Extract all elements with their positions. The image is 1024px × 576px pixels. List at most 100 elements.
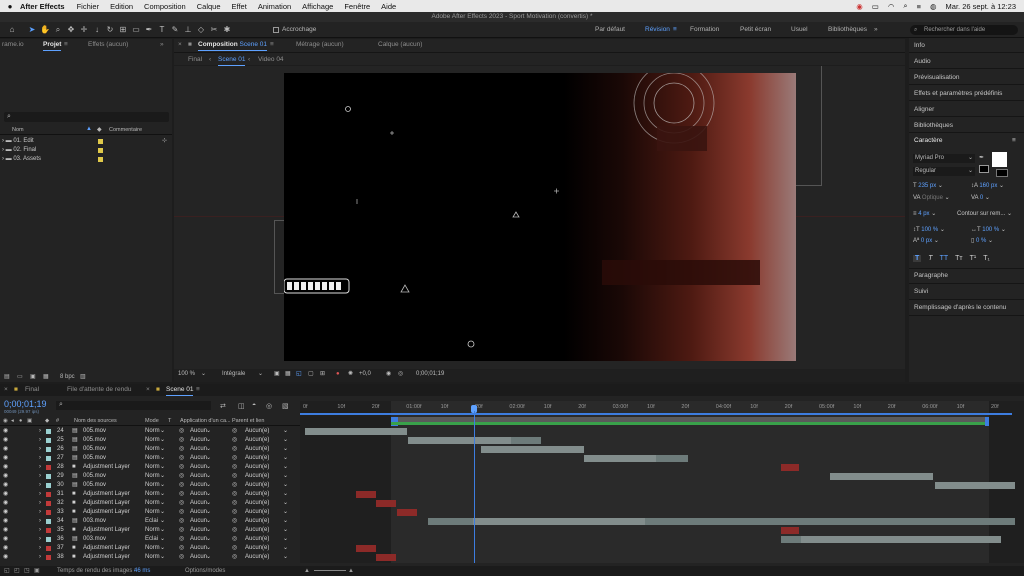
- zoom-navigator[interactable]: [300, 413, 1012, 415]
- chevron-down-icon[interactable]: ⌄: [201, 369, 206, 379]
- chevron-right-icon[interactable]: ›: [2, 156, 4, 162]
- chevron-down-icon[interactable]: ⌄: [206, 544, 211, 553]
- snapping-toggle[interactable]: Accrochage: [273, 26, 316, 33]
- track-matte-dropdown[interactable]: Aucun: [190, 535, 207, 544]
- layer-label-swatch[interactable]: [46, 555, 51, 560]
- parent-dropdown[interactable]: Aucun(e): [245, 499, 269, 508]
- eyedropper-icon[interactable]: ✒: [979, 154, 984, 161]
- tab-menu-icon[interactable]: ≡: [196, 384, 200, 396]
- exposure-value[interactable]: +0,0: [359, 369, 371, 379]
- chevron-down-icon[interactable]: ⌄: [283, 490, 288, 499]
- faux-italic-button[interactable]: T: [928, 255, 932, 262]
- track-matte-icon[interactable]: ◎: [179, 544, 184, 553]
- panel-previsualisation[interactable]: Prévisualisation: [914, 74, 960, 81]
- track-matte-icon[interactable]: ◎: [179, 553, 184, 562]
- chevron-down-icon[interactable]: ⌄: [283, 508, 288, 517]
- chevron-down-icon[interactable]: ⌄: [283, 535, 288, 544]
- layer-duration-bar[interactable]: [584, 455, 656, 462]
- pickwhip-icon[interactable]: ◎: [232, 544, 237, 553]
- chevron-down-icon[interactable]: ⌄: [160, 436, 165, 445]
- parent-dropdown[interactable]: Aucun(e): [245, 445, 269, 454]
- chevron-down-icon[interactable]: ⌄: [206, 490, 211, 499]
- pickwhip-icon[interactable]: ◎: [232, 526, 237, 535]
- chevron-down-icon[interactable]: ⌄: [283, 481, 288, 490]
- kerning-field[interactable]: VA Optique ⌄: [913, 194, 950, 201]
- chevron-down-icon[interactable]: ⌄: [206, 427, 211, 436]
- eye-icon[interactable]: ◉: [3, 517, 8, 526]
- track-matte-dropdown[interactable]: Aucun: [190, 481, 207, 490]
- chevron-down-icon[interactable]: ⌄: [160, 463, 165, 472]
- label-color-swatch[interactable]: [98, 157, 103, 162]
- timeline-search-input[interactable]: ⌕: [56, 401, 211, 410]
- small-caps-button[interactable]: Tт: [955, 255, 962, 262]
- parent-dropdown[interactable]: Aucun(e): [245, 481, 269, 490]
- chevron-down-icon[interactable]: ⌄: [283, 553, 288, 562]
- lock-icon[interactable]: ■: [188, 39, 192, 51]
- fill-color-swatch[interactable]: [992, 152, 1007, 167]
- time-graph[interactable]: 0f 10f 20f 01:00f 10f 20f 02:00f 10f 20f 03:00f 10…: [300, 401, 1024, 563]
- layer-row[interactable]: ◉ › 33 ■ Adjustment Layer Norm ⌄ ◎ Aucun ⌄ ◎ Aucun(…: [0, 508, 300, 517]
- layer-duration-bar[interactable]: [781, 527, 799, 534]
- layer-duration-bar[interactable]: [656, 455, 688, 462]
- layer-row[interactable]: ◉ › 30 ▤ 005.mov Norm ⌄ ◎ Aucun ⌄ ◎ Aucun(e) ⌄: [0, 481, 300, 490]
- workspace-menu-icon[interactable]: ≡: [673, 22, 677, 38]
- panel-bibliotheques[interactable]: Bibliothèques: [914, 122, 953, 129]
- layer-row[interactable]: ◉ › 26 ▤ 005.mov Norm ⌄ ◎ Aucun ⌄ ◎ Aucun(e) ⌄: [0, 445, 300, 454]
- layer-label-swatch[interactable]: [46, 456, 51, 461]
- eye-icon[interactable]: ◉: [3, 544, 8, 553]
- layer-row[interactable]: ◉ › 29 ▤ 005.mov Norm ⌄ ◎ Aucun ⌄ ◎ Aucun(e) ⌄: [0, 472, 300, 481]
- track-matte-icon[interactable]: ◎: [179, 436, 184, 445]
- menu-fenetre[interactable]: Fenêtre: [344, 2, 370, 11]
- col-name-label[interactable]: Nom: [12, 127, 24, 133]
- parent-dropdown[interactable]: Aucun(e): [245, 517, 269, 526]
- apple-menu-icon[interactable]: ●: [0, 2, 20, 11]
- layer-mode-dropdown[interactable]: Norm: [145, 463, 160, 472]
- workspace-formation[interactable]: Formation: [690, 22, 719, 38]
- chevron-down-icon[interactable]: ⌄: [160, 535, 165, 544]
- chevron-down-icon[interactable]: ⌄: [160, 472, 165, 481]
- stroke-mode-dropdown[interactable]: Contour sur rem... ⌄: [957, 210, 1012, 217]
- parent-dropdown[interactable]: Aucun(e): [245, 454, 269, 463]
- tab-calque[interactable]: Calque (aucun): [378, 39, 422, 51]
- tab-comp-menu-icon[interactable]: ≡: [270, 39, 274, 51]
- track-matte-icon[interactable]: ◎: [179, 517, 184, 526]
- layer-duration-bar[interactable]: [935, 482, 1015, 489]
- chevron-down-icon[interactable]: ⌄: [206, 508, 211, 517]
- layer-row[interactable]: ◉ › 38 ■ Adjustment Layer Norm ⌄ ◎ Aucun ⌄ ◎ Aucun(…: [0, 553, 300, 562]
- pickwhip-icon[interactable]: ◎: [232, 481, 237, 490]
- layer-duration-bar[interactable]: [356, 491, 376, 498]
- pickwhip-icon[interactable]: ◎: [232, 436, 237, 445]
- snapping-checkbox[interactable]: [273, 26, 279, 33]
- project-item-final[interactable]: › ▬ 02. Final: [2, 146, 170, 155]
- project-item-edit[interactable]: › ▬ 01. Edit ⊹: [2, 137, 170, 146]
- layer-row[interactable]: ◉ › 37 ■ Adjustment Layer Norm ⌄ ◎ Aucun ⌄ ◎ Aucun(…: [0, 544, 300, 553]
- eye-icon[interactable]: ◉: [3, 508, 8, 517]
- eye-icon[interactable]: ◉: [3, 481, 8, 490]
- control-center-icon[interactable]: ≡: [917, 2, 921, 11]
- eye-icon[interactable]: ◉: [3, 553, 8, 562]
- panel-info[interactable]: Info: [914, 42, 925, 49]
- 3d-view-icon[interactable]: ▢: [308, 369, 314, 379]
- panel-paragraphe[interactable]: Paragraphe: [914, 272, 948, 279]
- parent-dropdown[interactable]: Aucun(e): [245, 463, 269, 472]
- viewer-timecode[interactable]: 0;00;01;19: [416, 369, 444, 379]
- pickwhip-icon[interactable]: ◎: [232, 490, 237, 499]
- region-of-interest-icon[interactable]: ▣: [274, 369, 280, 379]
- all-caps-button[interactable]: TT: [940, 255, 949, 262]
- track-matte-icon[interactable]: ◎: [179, 490, 184, 499]
- eye-icon[interactable]: ◉: [3, 463, 8, 472]
- workspace-revision[interactable]: Révision: [645, 22, 670, 38]
- orbit-tool-icon[interactable]: ✥: [65, 24, 77, 36]
- chevron-down-icon[interactable]: ⌄: [160, 508, 165, 517]
- mode-header[interactable]: Mode: [145, 416, 159, 426]
- grid-icon[interactable]: ⊞: [320, 369, 325, 379]
- timeline-timecode[interactable]: 0;00;01;19: [4, 399, 47, 409]
- menu-aide[interactable]: Aide: [381, 2, 396, 11]
- chevron-down-icon[interactable]: ⌄: [206, 454, 211, 463]
- label-col-icon[interactable]: ◆: [97, 126, 102, 133]
- stroke-color-swatch[interactable]: [979, 165, 989, 173]
- layer-label-swatch[interactable]: [46, 465, 51, 470]
- pickwhip-icon[interactable]: ◎: [232, 427, 237, 436]
- superscript-button[interactable]: T¹: [970, 255, 977, 262]
- layer-row[interactable]: ◉ › 34 ▤ 003.mov Eclai ⌄ ◎ Aucun ⌄ ◎ Aucun(e) ⌄: [0, 517, 300, 526]
